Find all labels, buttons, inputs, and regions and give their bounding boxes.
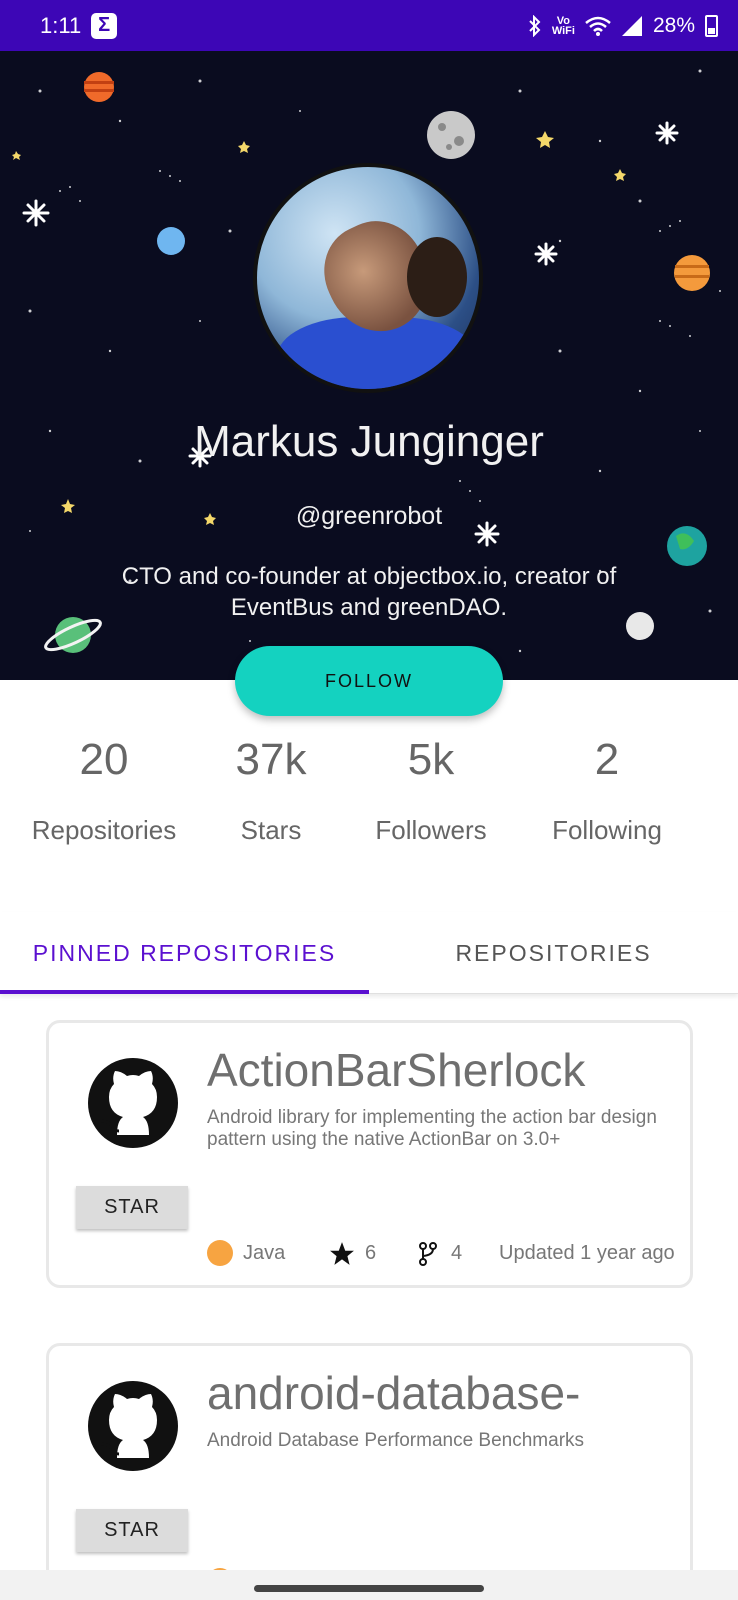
stat-repositories[interactable]: 20 Repositories xyxy=(14,735,194,846)
home-indicator[interactable] xyxy=(254,1585,484,1592)
status-indicators: Vo WiFi 28% xyxy=(528,14,718,38)
cell-signal-icon xyxy=(621,15,642,36)
stat-label: Repositories xyxy=(31,815,177,845)
vowifi-icon: Vo WiFi xyxy=(551,14,575,37)
repo-card[interactable]: android-database- Android Database Perfo… xyxy=(46,1343,693,1600)
profile-avatar[interactable] xyxy=(253,163,483,393)
language-color-dot xyxy=(207,1240,233,1266)
battery-icon xyxy=(705,14,718,37)
follow-button[interactable]: FOLLOW xyxy=(235,646,503,716)
stat-stars[interactable]: 37k Stars xyxy=(196,735,346,846)
vowifi-label-bottom: WiFi xyxy=(551,24,575,37)
profile-name: Markus Junginger xyxy=(194,417,544,466)
star-button[interactable]: STAR xyxy=(76,1186,188,1229)
stat-value: 2 xyxy=(594,735,620,784)
stat-following[interactable]: 2 Following xyxy=(524,735,690,846)
status-bar: 1:11 Σ Vo WiFi 28% xyxy=(0,0,738,51)
repo-fork-count: 4 xyxy=(451,1242,463,1264)
repo-tabs: PINNED REPOSITORIES REPOSITORIES xyxy=(0,912,738,994)
profile-handle: @greenrobot xyxy=(295,502,443,530)
repo-language: Java xyxy=(243,1242,286,1264)
bluetooth-icon xyxy=(529,14,541,37)
repo-meta: Java 6 4 Updated 1 year ago xyxy=(207,1238,677,1270)
status-time: 1:11 xyxy=(40,12,82,38)
avatar-photo-hair xyxy=(407,237,467,317)
stat-label: Followers xyxy=(375,815,487,845)
stat-value: 37k xyxy=(235,735,307,784)
wifi-icon xyxy=(585,16,611,36)
battery-percent: 28% xyxy=(652,13,695,37)
star-button[interactable]: STAR xyxy=(76,1509,188,1552)
stat-label: Stars xyxy=(240,815,302,845)
repo-description: Android library for implementing the act… xyxy=(207,1107,657,1150)
github-logo-icon xyxy=(88,1381,178,1471)
stat-followers[interactable]: 5k Followers xyxy=(356,735,506,846)
tab-pinned-repositories[interactable]: PINNED REPOSITORIES xyxy=(0,912,369,994)
repo-description: Android Database Performance Benchmarks xyxy=(207,1430,585,1451)
star-icon xyxy=(330,1242,354,1265)
profile-header: Markus Junginger @greenrobot CTO and co-… xyxy=(0,51,738,680)
stat-value: 5k xyxy=(407,735,455,784)
stat-value: 20 xyxy=(79,735,129,784)
repo-title[interactable]: android-database- xyxy=(207,1366,580,1420)
repo-star-count: 6 xyxy=(365,1242,377,1264)
tab-repositories[interactable]: REPOSITORIES xyxy=(369,912,738,994)
vowifi-label-top: Vo xyxy=(556,14,571,27)
fork-icon xyxy=(419,1242,437,1266)
github-logo-icon xyxy=(88,1058,178,1148)
repo-updated: Updated 1 year ago xyxy=(499,1242,675,1264)
repo-card[interactable]: ActionBarSherlock Android library for im… xyxy=(46,1020,693,1288)
profile-bio: CTO and co-founder at objectbox.io, crea… xyxy=(121,563,617,621)
stat-label: Following xyxy=(552,815,662,845)
repo-title[interactable]: ActionBarSherlock xyxy=(207,1043,585,1097)
notification-app-icon: Σ xyxy=(91,12,118,39)
profile-stats: 20 Repositories 37k Stars 5k Followers 2… xyxy=(0,735,738,875)
